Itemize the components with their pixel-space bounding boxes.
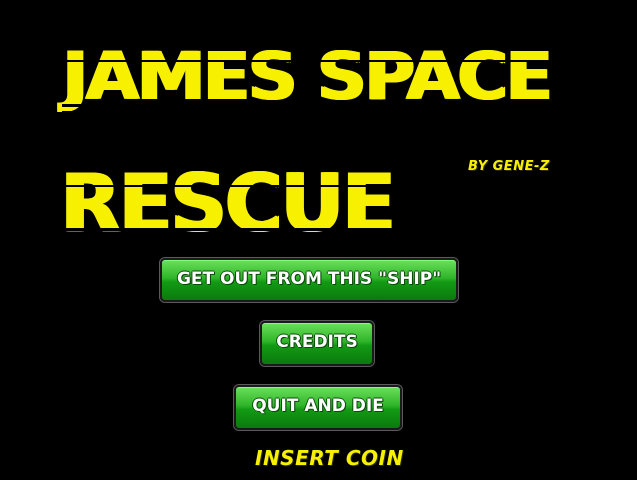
game-title-line-2: RESCUE [60, 157, 395, 250]
title-grunge-mark [62, 60, 582, 62]
insert-coin-prompt: INSERT COIN [255, 446, 404, 470]
game-title-line-1: JAMES SPACE [62, 38, 552, 115]
start-game-button[interactable]: GET OUT FROM THIS "SHIP" [160, 258, 458, 302]
game-title-screen: JAMES SPACE RESCUE BY GENE-Z GET OUT FRO… [0, 0, 637, 480]
title-grunge-mark [60, 236, 410, 238]
title-grunge-mark [62, 104, 582, 107]
author-byline: BY GENE-Z [468, 159, 550, 174]
title-grunge-mark [62, 111, 582, 113]
credits-button[interactable]: CREDITS [260, 321, 374, 366]
title-grunge-mark [60, 185, 410, 187]
title-grunge-mark [60, 228, 410, 231]
quit-button[interactable]: QUIT AND DIE [234, 385, 402, 430]
